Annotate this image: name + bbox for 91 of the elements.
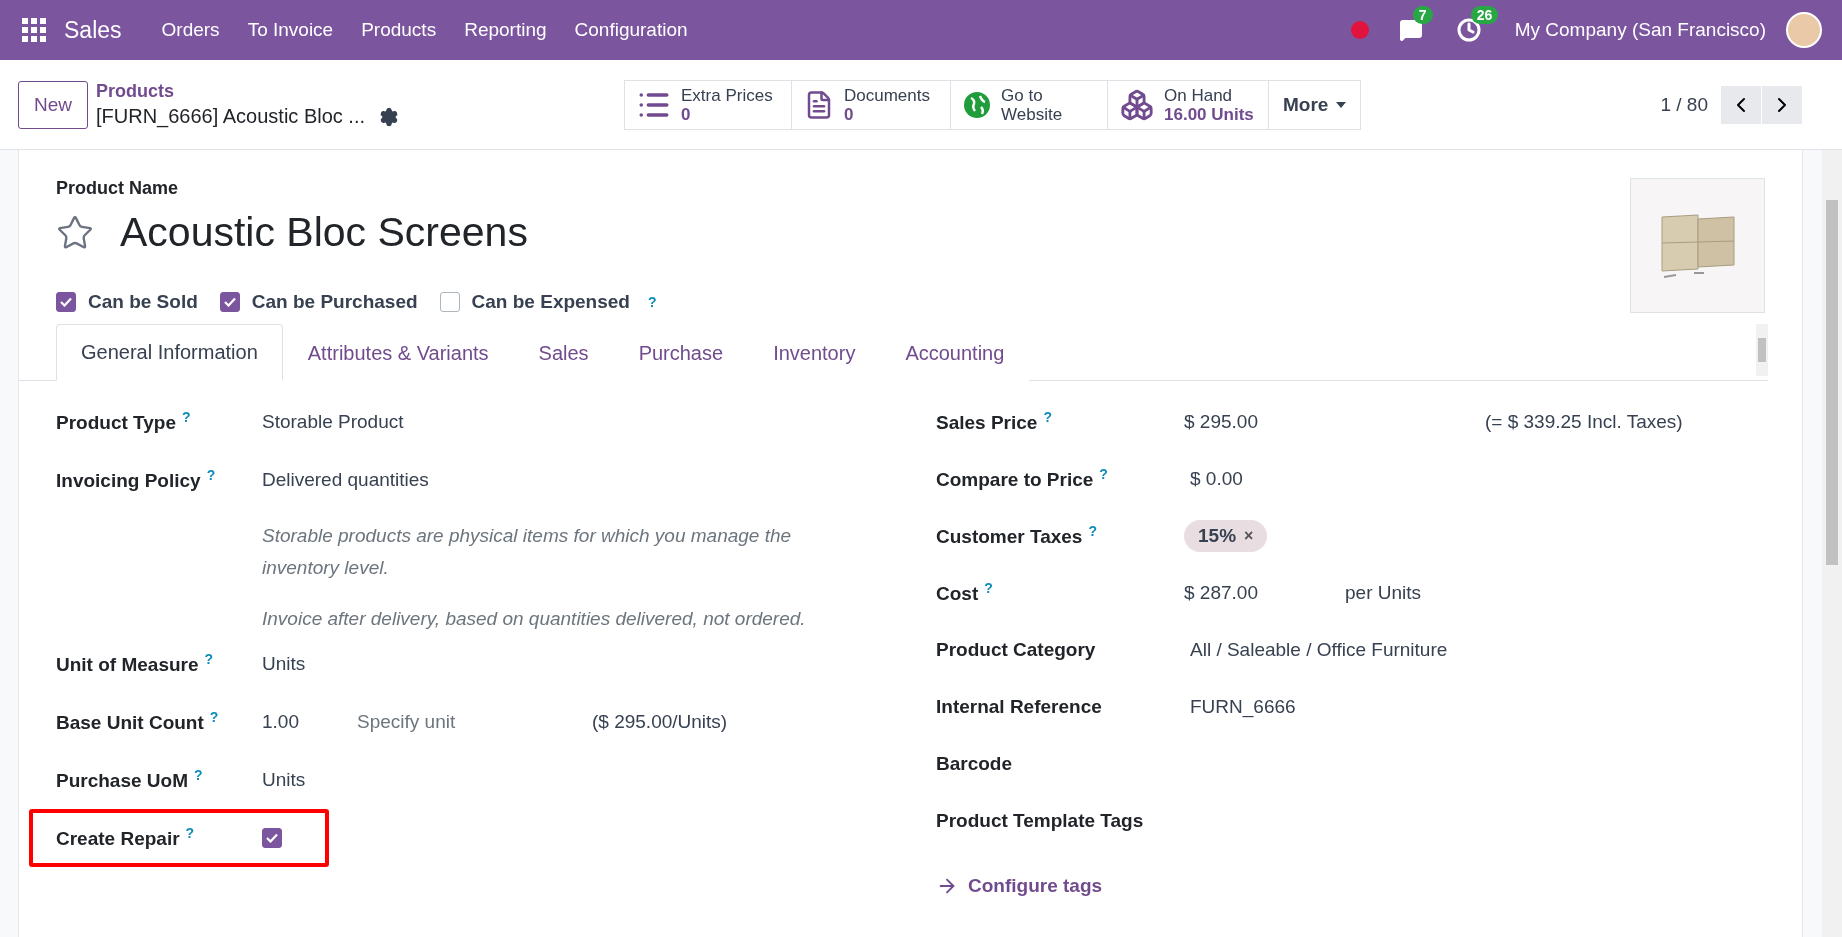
checkmark-icon <box>223 297 236 307</box>
help-text: Invoice after delivery, based on quantities delivered, not ordered. <box>262 607 807 631</box>
field-label: Customer Taxes $^{?}$ <box>936 522 1098 549</box>
checkbox-label[interactable]: Can be Sold <box>88 291 198 313</box>
smart-button-value: 16.00 Units <box>1164 104 1254 124</box>
field-value[interactable]: All / Saleable / Office Furniture <box>1190 638 1448 661</box>
menu-item[interactable]: Orders <box>147 19 234 41</box>
smart-button-label: Documents <box>844 85 930 105</box>
recording-dot-icon[interactable] <box>1350 21 1369 39</box>
field-label: Barcode <box>936 752 1014 775</box>
new-button[interactable]: New <box>18 80 88 129</box>
breadcrumb-current: [FURN_6666] Acoustic Bloc ... <box>96 105 366 128</box>
breadcrumb-link[interactable]: Products <box>96 81 536 102</box>
remove-tag-button[interactable]: × <box>1244 526 1254 545</box>
previous-button[interactable] <box>1721 85 1761 124</box>
help-mark[interactable]: ? <box>647 294 657 310</box>
tabs-scrollbar[interactable] <box>1756 324 1768 376</box>
help-mark[interactable]: ? <box>204 651 214 668</box>
smart-button-value: 0 <box>844 104 855 124</box>
field-label: Internal Reference <box>936 695 1103 718</box>
field-value: ($ 295.00/Units) <box>592 711 728 733</box>
checkbox-label[interactable]: Can be Expensed <box>471 291 630 313</box>
smart-button-label: Extra Prices <box>681 85 773 105</box>
field-label: Product Type $^{?}$ <box>56 409 192 435</box>
checkbox[interactable] <box>262 828 282 848</box>
field-value[interactable]: FURN_6666 <box>1190 695 1296 718</box>
app-name[interactable]: Sales <box>64 16 122 44</box>
field-label: Base Unit Count $^{?}$ <box>56 709 220 735</box>
field-value[interactable]: Storable Product <box>262 411 404 433</box>
next-button[interactable] <box>1762 85 1802 124</box>
checkbox[interactable] <box>56 292 76 312</box>
help-mark[interactable]: ? <box>209 709 219 726</box>
field-value[interactable]: $ 0.00 <box>1190 467 1243 490</box>
help-mark[interactable]: ? <box>1088 522 1097 539</box>
field-label: Cost $^{?}$ <box>936 579 994 606</box>
configure-tags-link[interactable]: Configure tags <box>936 875 1765 897</box>
apps-menu-icon[interactable] <box>22 18 46 42</box>
checkbox[interactable] <box>439 292 460 312</box>
help-mark[interactable]: ? <box>1099 465 1108 482</box>
checkbox[interactable] <box>219 292 240 312</box>
field-value[interactable]: Units <box>262 653 306 675</box>
tab[interactable]: General Information <box>56 324 283 381</box>
help-mark[interactable]: ? <box>1043 408 1052 425</box>
help-mark[interactable]: ? <box>194 767 203 784</box>
field-label: Unit of Measure $^{?}$ <box>56 651 215 677</box>
help-mark[interactable]: ? <box>185 825 195 842</box>
caret-icon <box>1336 101 1347 108</box>
field-value[interactable]: 1.00 <box>262 711 357 733</box>
settings-icon[interactable] <box>379 106 400 127</box>
tax-tag: 15% × <box>1184 519 1268 552</box>
message-count: 7 <box>1412 6 1433 24</box>
field-value: per Units <box>1345 581 1422 604</box>
field-label: Product Name <box>56 178 180 199</box>
smart-button-label: On Hand <box>1164 85 1234 105</box>
field-value[interactable]: Delivered quantities <box>262 469 429 491</box>
field-value[interactable]: $ 295.00 <box>1184 410 1485 433</box>
field-label: Sales Price $^{?}$ <box>936 408 1053 435</box>
company-name[interactable]: My Company (San Francisco) <box>1514 19 1766 41</box>
unit-field[interactable]: Specify unit <box>357 711 592 733</box>
pager-value[interactable]: 1 / 80 <box>1660 93 1708 116</box>
field-label: Product Template Tags <box>936 809 1145 832</box>
smart-button-label: Go to Website <box>1001 85 1064 124</box>
menu-item[interactable]: Products <box>347 19 451 41</box>
boxes-icon <box>1120 87 1154 122</box>
globe-icon <box>963 90 991 119</box>
help-mark[interactable]: ? <box>984 579 993 596</box>
favorite-star-icon[interactable] <box>56 213 94 252</box>
smart-button-value: 0 <box>681 104 692 124</box>
checkmark-icon <box>266 833 278 843</box>
activity-count: 26 <box>1470 6 1499 24</box>
help-text: Storable products are physical items for which you manage the inventory level. <box>262 524 793 580</box>
field-label: Purchase UoM $^{?}$ <box>56 767 204 793</box>
field-value[interactable]: Units <box>262 769 306 791</box>
chat-icon[interactable] <box>1398 18 1423 42</box>
help-mark[interactable]: ? <box>206 467 216 484</box>
checkmark-icon <box>60 297 72 307</box>
menu-item[interactable]: Configuration <box>560 19 702 41</box>
field-value[interactable]: $ 287.00 <box>1184 581 1345 604</box>
field-label: Invoicing Policy $^{?}$ <box>56 467 217 493</box>
product-title[interactable]: Acoustic Bloc Screens <box>120 209 528 256</box>
field-label: Compare to Price $^{?}$ <box>936 465 1109 492</box>
checkbox-label[interactable]: Can be Purchased <box>251 291 418 313</box>
menu-item[interactable]: To Invoice <box>233 19 348 41</box>
user-avatar[interactable] <box>1786 12 1822 48</box>
field-label: Product Category <box>936 638 1097 661</box>
page-scrollbar[interactable] <box>1822 150 1842 937</box>
field-value: (= $ 339.25 Incl. Taxes) <box>1485 410 1683 433</box>
help-mark[interactable]: ? <box>182 409 191 426</box>
field-label: Create Repair $^{?}$ <box>56 825 196 851</box>
menu-item[interactable]: Reporting <box>450 19 561 41</box>
activity-icon[interactable] <box>1456 18 1481 42</box>
